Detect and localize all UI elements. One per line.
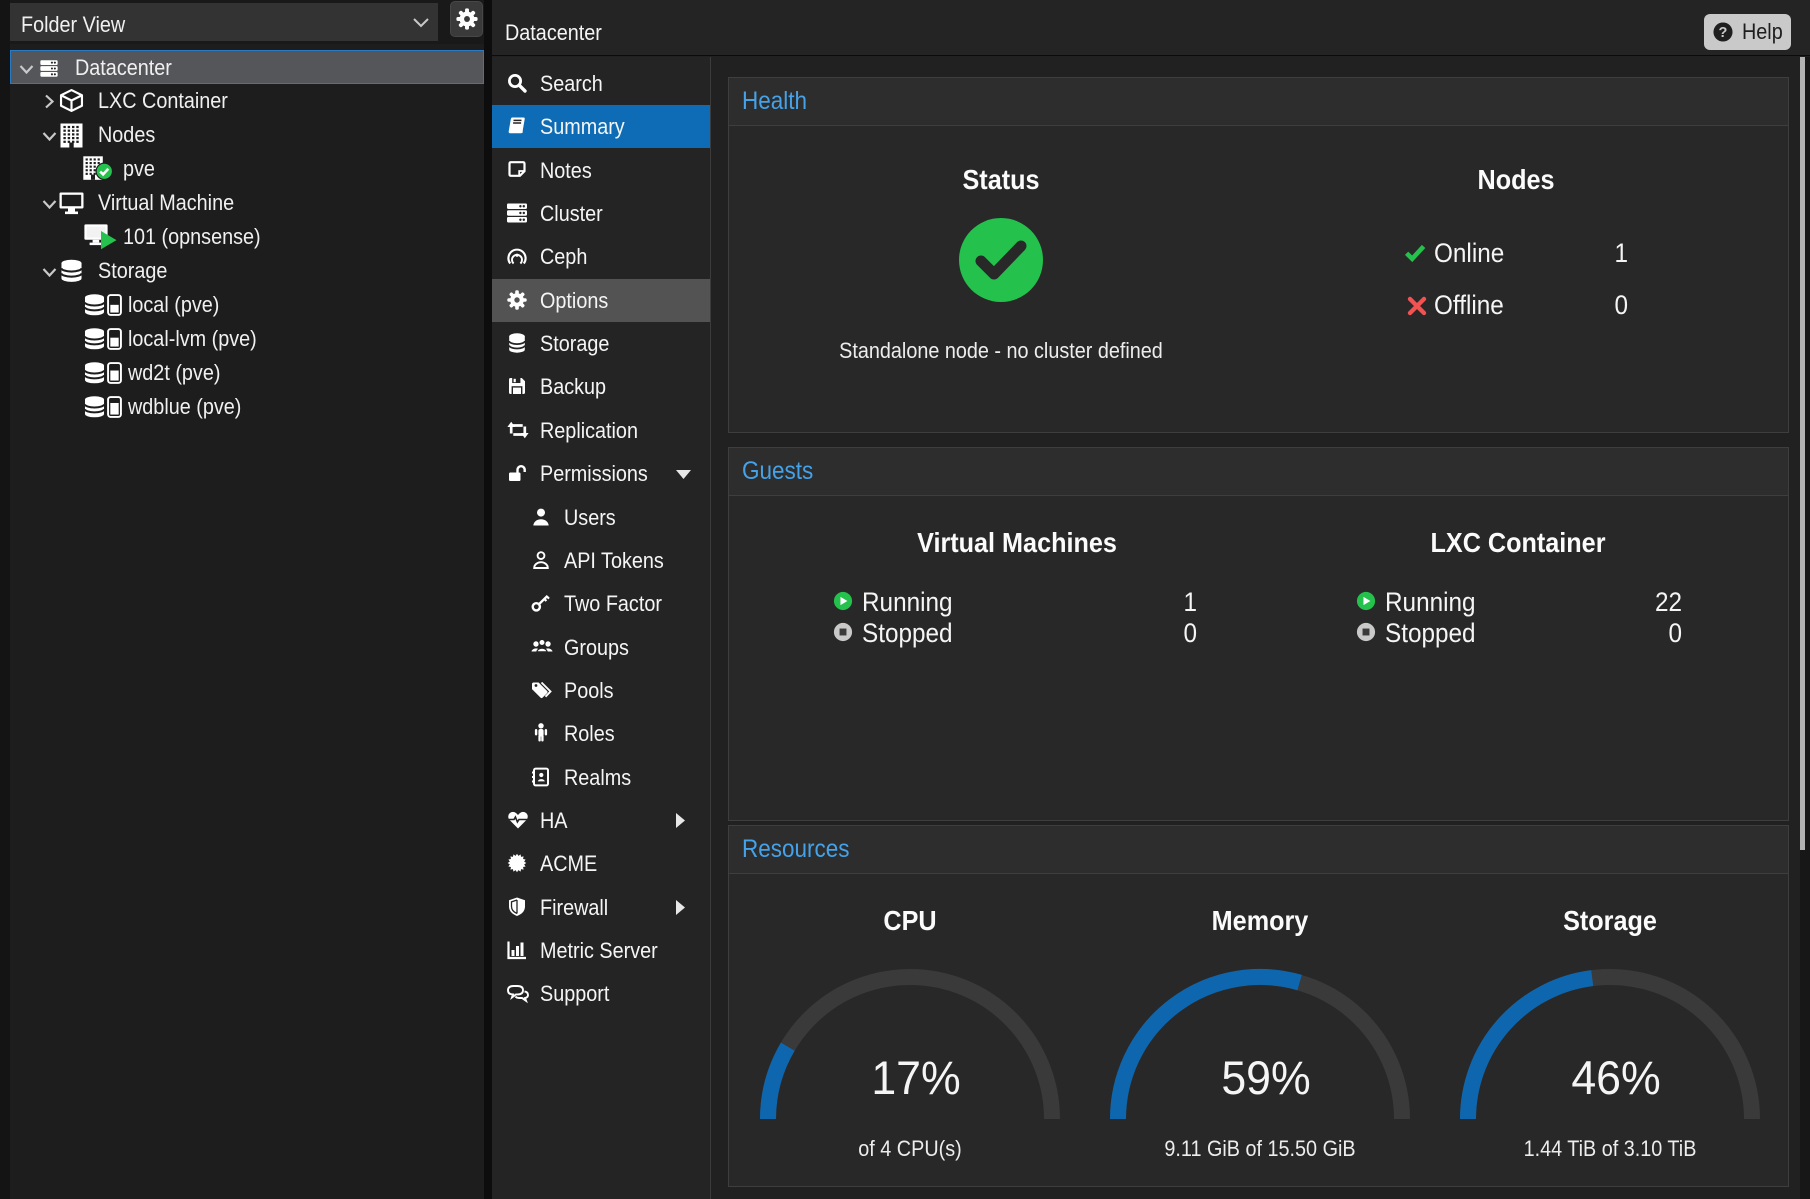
svg-text:?: ? bbox=[1719, 25, 1728, 41]
